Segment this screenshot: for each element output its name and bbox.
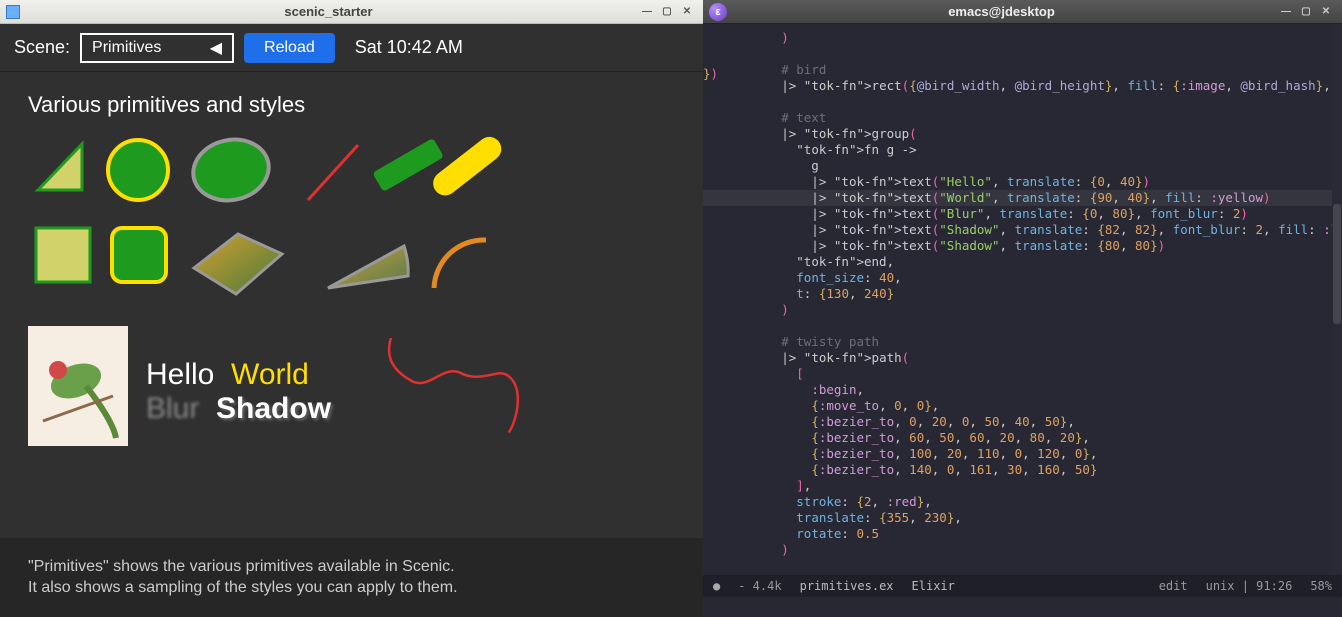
triangle-stroke: [30, 136, 90, 198]
code-line[interactable]: rotate: 0.5: [703, 526, 1342, 542]
reload-button[interactable]: Reload: [244, 33, 335, 63]
footer-line1: "Primitives" shows the various primitive…: [28, 556, 675, 578]
code-line[interactable]: ): [703, 30, 1342, 46]
footer: "Primitives" shows the various primitive…: [0, 538, 703, 617]
code-line[interactable]: |> "tok-fn">text("Shadow", translate: {8…: [703, 222, 1342, 238]
code-line[interactable]: # text: [703, 110, 1342, 126]
twisty-path: [352, 338, 532, 458]
code-line[interactable]: [703, 46, 1342, 62]
sector-gradient: [310, 226, 420, 306]
topbar: Scene: Primitives ◀ Reload Sat 10:42 AM: [0, 24, 703, 72]
maximize-icon[interactable]: ▢: [1299, 5, 1313, 19]
minimize-icon[interactable]: —: [1279, 5, 1293, 19]
code-line[interactable]: |> "tok-fn">text("Shadow", translate: {8…: [703, 238, 1342, 254]
circle-stroke: [102, 134, 174, 206]
modeline-state: edit: [1159, 579, 1188, 593]
text-shadow: Shadow: [216, 392, 331, 425]
scrollbar[interactable]: [1332, 24, 1342, 575]
canvas: Hello World Blur Shadow: [28, 130, 668, 490]
minimize-icon[interactable]: —: [640, 5, 654, 19]
code-line[interactable]: [703, 94, 1342, 110]
titlebar-right: ε emacs@jdesktop — ▢ ✕: [703, 0, 1342, 24]
scrollbar-thumb[interactable]: [1333, 204, 1341, 324]
quad-gradient: [182, 226, 292, 306]
code-line[interactable]: :begin,: [703, 382, 1342, 398]
code-line[interactable]: "tok-fn">fn g ->: [703, 142, 1342, 158]
code-line[interactable]: |> "tok-fn">rect({@bird_width, @bird_hei…: [703, 78, 1342, 94]
emacs-window: ε emacs@jdesktop — ▢ ✕ ) # bird |> "tok-…: [703, 0, 1342, 617]
emacs-buffer[interactable]: ) # bird |> "tok-fn">rect({@bird_width, …: [703, 24, 1342, 617]
rrect-stroke: [106, 222, 172, 288]
code-line[interactable]: stroke: {2, :red},: [703, 494, 1342, 510]
modeline: ● - 4.4k primitives.ex Elixir edit unix …: [703, 575, 1342, 597]
square-stroke: [30, 222, 96, 288]
code-line[interactable]: |> "tok-fn">text("Hello", translate: {0,…: [703, 174, 1342, 190]
modeline-enc: unix | 91:26: [1206, 579, 1293, 593]
code-line[interactable]: |> "tok-fn">text("World", translate: {90…: [703, 190, 1342, 206]
footer-line2: It also shows a sampling of the styles y…: [28, 577, 675, 599]
modeline-pct: 58%: [1310, 579, 1332, 593]
titlebar-left: scenic_starter — ▢ ✕: [0, 0, 703, 24]
scene-body: Various primitives and styles: [0, 72, 703, 538]
echo-area[interactable]: [703, 597, 1342, 617]
clock: Sat 10:42 AM: [355, 37, 463, 58]
yellow-capsule: [414, 130, 514, 220]
code-line[interactable]: font_size: 40,: [703, 270, 1342, 286]
scene-select[interactable]: Primitives ◀: [80, 33, 234, 63]
scenic-window: scenic_starter — ▢ ✕ Scene: Primitives ◀…: [0, 0, 703, 617]
code-line[interactable]: ): [703, 542, 1342, 558]
arc-orange: [424, 230, 504, 300]
code-line[interactable]: t: {130, 240}: [703, 286, 1342, 302]
text-blur: Blur: [146, 392, 199, 425]
code-line[interactable]: translate: {355, 230},: [703, 510, 1342, 526]
app-icon: [6, 5, 20, 19]
close-icon[interactable]: ✕: [680, 5, 694, 19]
scene-selected: Primitives: [92, 39, 161, 57]
text-world: World: [231, 358, 309, 391]
text-sample: Hello World Blur Shadow: [146, 358, 331, 426]
code-line[interactable]: |> "tok-fn">group(: [703, 126, 1342, 142]
code-line[interactable]: [703, 318, 1342, 334]
code-line[interactable]: {:bezier_to, 140, 0, 161, 30, 160, 50}: [703, 462, 1342, 478]
code-line[interactable]: # bird: [703, 62, 1342, 78]
window-title-left: scenic_starter: [20, 4, 637, 19]
scene-label: Scene:: [14, 37, 70, 58]
code-line[interactable]: |> "tok-fn">path(: [703, 350, 1342, 366]
modeline-mode: Elixir: [912, 579, 955, 593]
code-line[interactable]: [: [703, 366, 1342, 382]
code-line[interactable]: {:bezier_to, 60, 50, 60, 20, 80, 20},: [703, 430, 1342, 446]
maximize-icon[interactable]: ▢: [660, 5, 674, 19]
window-title-right: emacs@jdesktop: [727, 4, 1276, 19]
text-hello: Hello: [146, 358, 214, 391]
code-line[interactable]: # twisty path: [703, 334, 1342, 350]
code-line[interactable]: "tok-fn">end,: [703, 254, 1342, 270]
modeline-file: primitives.ex: [800, 579, 894, 593]
scene-heading: Various primitives and styles: [28, 92, 675, 118]
code-line[interactable]: ],: [703, 478, 1342, 494]
code-line[interactable]: g: [703, 158, 1342, 174]
code-line[interactable]: {:bezier_to, 100, 20, 110, 0, 120, 0},: [703, 446, 1342, 462]
ellipse-stroke: [186, 132, 276, 208]
chevron-left-icon: ◀: [210, 38, 222, 58]
modeline-size: - 4.4k: [738, 579, 781, 593]
code-line[interactable]: |> "tok-fn">text("Blur", translate: {0, …: [703, 206, 1342, 222]
modeline-dot: ●: [713, 579, 720, 593]
line-wrap-indicator: }): [703, 66, 718, 82]
bird-image: [28, 326, 128, 446]
close-icon[interactable]: ✕: [1319, 5, 1333, 19]
emacs-icon: ε: [709, 3, 727, 21]
code-line[interactable]: ): [703, 302, 1342, 318]
scenic-app: Scene: Primitives ◀ Reload Sat 10:42 AM …: [0, 24, 703, 617]
code-line[interactable]: {:move_to, 0, 0},: [703, 398, 1342, 414]
code-line[interactable]: {:bezier_to, 0, 20, 0, 50, 40, 50},: [703, 414, 1342, 430]
